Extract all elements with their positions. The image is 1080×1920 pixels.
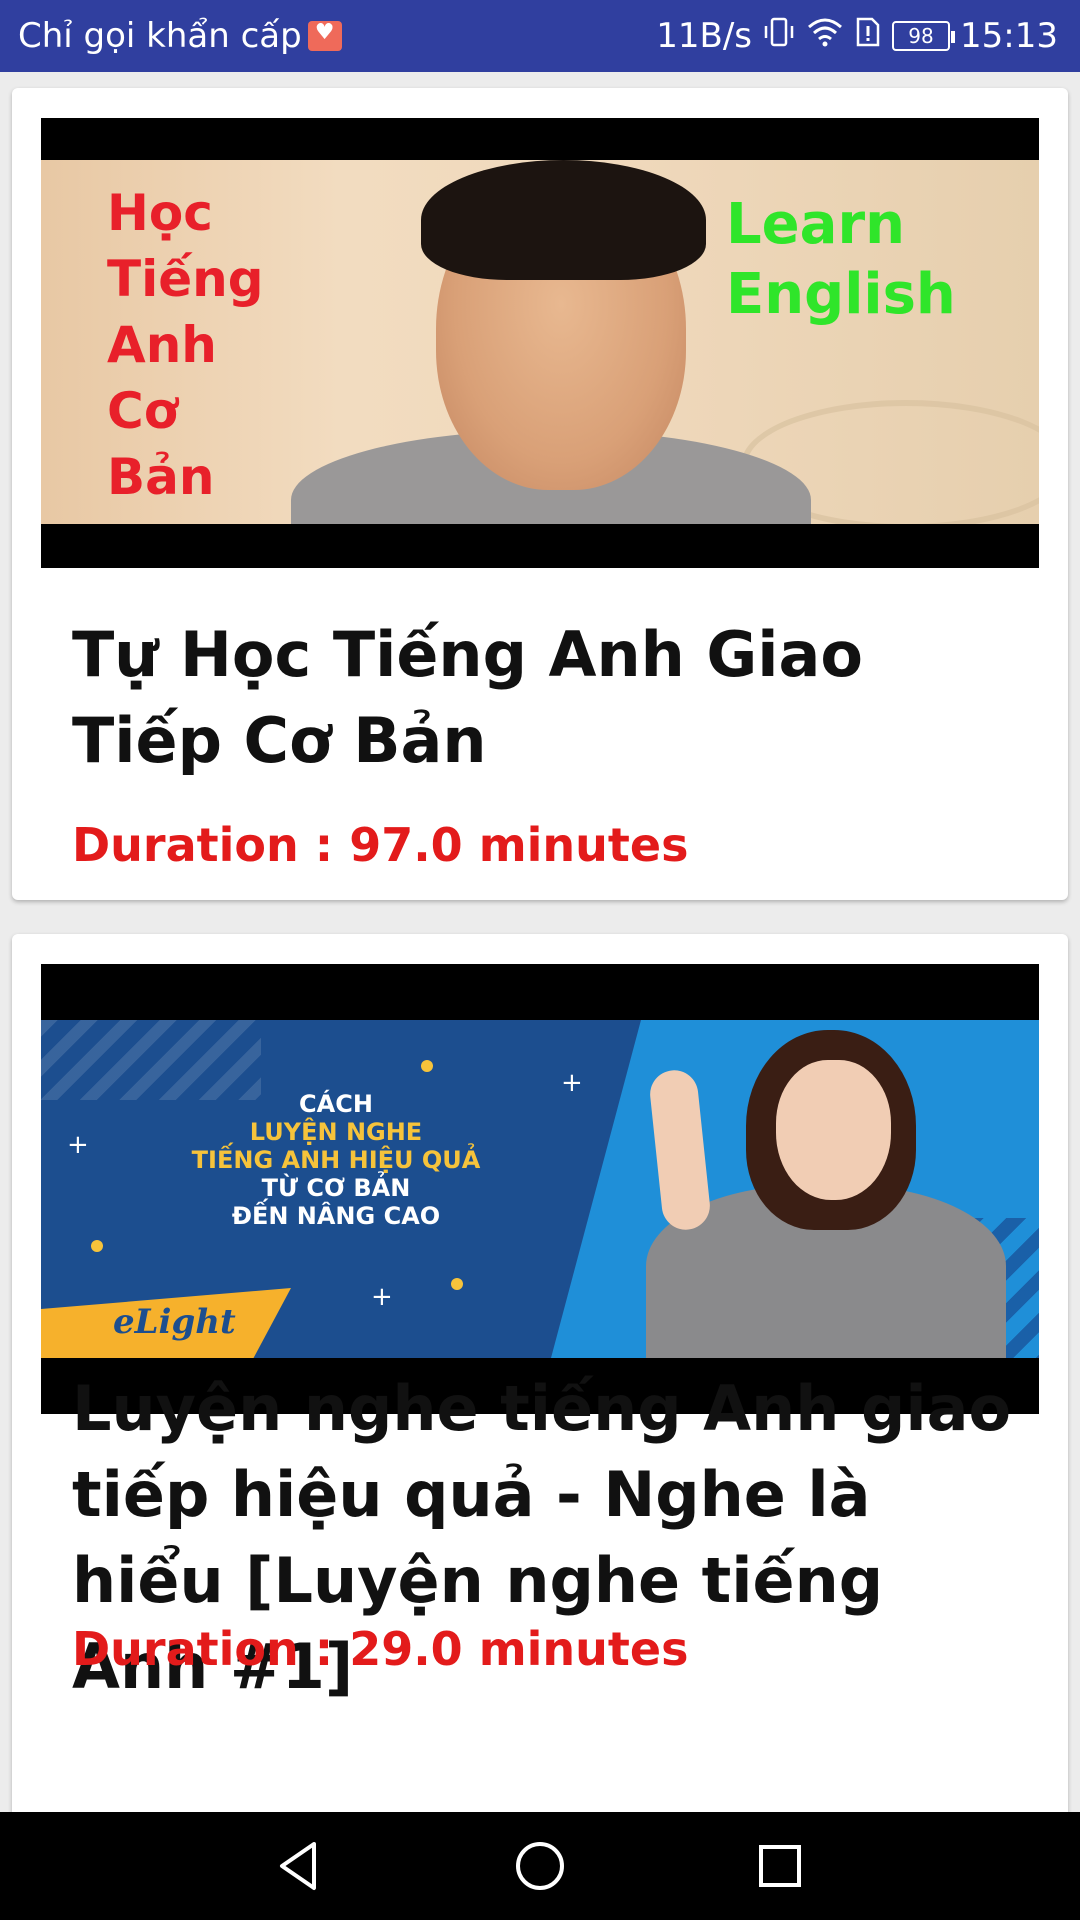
video-duration: Duration : 29.0 minutes: [72, 1622, 689, 1676]
person-arm: [647, 1067, 713, 1233]
network-speed: 11B/s: [656, 16, 753, 56]
thumbnail-line: Learn: [726, 192, 905, 257]
status-bar: Chỉ gọi khẩn cấp 11B/s 98 15:13: [0, 0, 1080, 72]
clock: 15:13: [960, 16, 1058, 56]
home-icon[interactable]: [508, 1834, 572, 1898]
decor-plus: +: [371, 1282, 393, 1312]
thumbnail-line: English: [726, 262, 956, 327]
thumbnail-image: Học Tiếng Anh Cơ Bản Learn English: [41, 160, 1039, 524]
thumbnail-headline: CÁCH LUYỆN NGHE TIẾNG ANH HIỆU QUẢ TỪ CƠ…: [101, 1090, 571, 1230]
recents-icon[interactable]: [748, 1834, 812, 1898]
thumbnail-line: Học: [107, 184, 213, 242]
thumbnail-line: CÁCH: [299, 1090, 373, 1118]
video-card[interactable]: + + + CÁCH LUYỆN NGHE TIẾNG ANH HIỆU QUẢ…: [12, 934, 1068, 1812]
thumbnail-line: TỪ CƠ BẢN: [261, 1174, 411, 1202]
video-card[interactable]: Học Tiếng Anh Cơ Bản Learn English Tự Họ…: [12, 88, 1068, 900]
person-hair: [421, 160, 706, 280]
video-title[interactable]: Tự Học Tiếng Anh Giao Tiếp Cơ Bản: [72, 612, 1032, 784]
thumbnail-line: Tiếng: [107, 250, 264, 308]
emergency-icon: [307, 20, 342, 51]
video-thumbnail[interactable]: + + + CÁCH LUYỆN NGHE TIẾNG ANH HIỆU QUẢ…: [41, 964, 1039, 1414]
elight-logo-text: eLight: [113, 1302, 236, 1342]
video-duration: Duration : 97.0 minutes: [72, 818, 689, 872]
video-list[interactable]: Học Tiếng Anh Cơ Bản Learn English Tự Họ…: [0, 72, 1080, 1812]
thumbnail-line: TIẾNG ANH HIỆU QUẢ: [191, 1146, 481, 1174]
carrier-text: Chỉ gọi khẩn cấp: [18, 16, 302, 56]
battery-icon: 98: [892, 21, 956, 51]
decor-plus: +: [67, 1130, 89, 1160]
thumbnail-line: ĐẾN NÂNG CAO: [231, 1202, 441, 1230]
sim-alert-icon: [854, 15, 882, 57]
decor-stripes: [41, 1020, 261, 1100]
thumbnail-line: LUYỆN NGHE: [249, 1118, 423, 1146]
navigation-bar: [0, 1812, 1080, 1920]
decor-dot: [421, 1060, 433, 1072]
thumbnail-line: Bản: [107, 448, 215, 506]
thumbnail-text-left: Học Tiếng Anh Cơ Bản: [107, 180, 264, 510]
wifi-icon: [806, 15, 844, 57]
video-thumbnail[interactable]: Học Tiếng Anh Cơ Bản Learn English: [41, 118, 1039, 568]
thumbnail-line: Cơ: [107, 382, 179, 440]
thumbnail-text-right: Learn English: [726, 190, 956, 330]
thumbnail-image: + + + CÁCH LUYỆN NGHE TIẾNG ANH HIỆU QUẢ…: [41, 1020, 1039, 1358]
decor-dot: [91, 1240, 103, 1252]
thumbnail-line: Anh: [107, 316, 217, 374]
person-face: [776, 1060, 891, 1200]
back-icon[interactable]: [268, 1834, 332, 1898]
vibrate-icon: [762, 15, 796, 57]
decor-dot: [451, 1278, 463, 1290]
